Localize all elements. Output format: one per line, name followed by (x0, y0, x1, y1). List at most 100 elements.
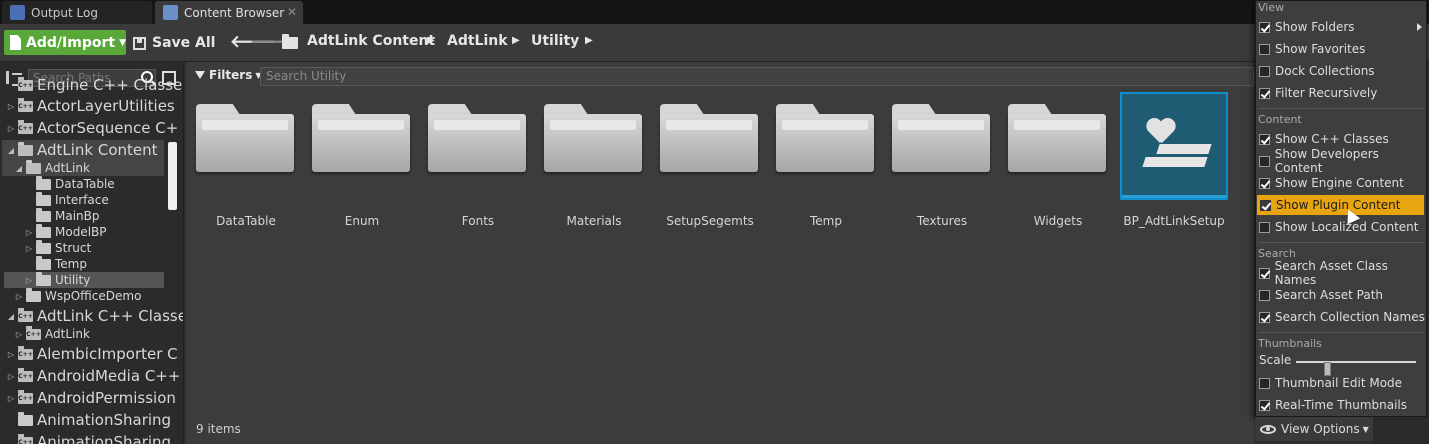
menu-item-show-localized-content[interactable]: Show Localized Content (1256, 217, 1426, 237)
checkbox[interactable] (1259, 155, 1270, 167)
cpp-folder-icon: C++ (18, 307, 33, 322)
tree-item[interactable]: ▷ ModelBP (24, 223, 107, 240)
chevron-down-icon[interactable]: ◢ (14, 164, 24, 173)
menu-item-show-plugin-content[interactable]: Show Plugin Content (1257, 195, 1424, 215)
tree-item[interactable]: MainBp (24, 207, 100, 224)
folder-open-icon (18, 141, 33, 156)
breadcrumb-separator-icon[interactable]: ▶ (585, 35, 593, 46)
view-options-button[interactable]: View Options ▼ (1255, 417, 1373, 441)
tree-item-selected[interactable]: ▷ Utility (4, 271, 164, 288)
chevron-down-icon: ▼ (1362, 424, 1369, 434)
search-assets-placeholder: Search Utility (266, 69, 347, 83)
checkbox[interactable] (1259, 311, 1270, 323)
asset-tile-blueprint[interactable] (1120, 92, 1228, 200)
tree-item[interactable]: Interface (24, 191, 109, 208)
filters-button[interactable]: Filters ▼ (195, 68, 262, 82)
folder-icon (26, 287, 41, 302)
folder-icon (544, 104, 642, 172)
tab-content-browser[interactable]: Content Browser ✕ (155, 1, 303, 24)
tree-item[interactable]: ▷ Struct (24, 239, 91, 256)
search-assets-input[interactable]: Search Utility (260, 67, 1254, 86)
chevron-right-icon[interactable]: ▷ (24, 228, 34, 237)
folder-icon (18, 411, 33, 426)
menu-item-show-favorites[interactable]: Show Favorites (1256, 39, 1426, 59)
path-tree-panel: Search Paths C++ Engine C++ Classes ▷ C++ A… (0, 62, 184, 444)
menu-item-show-cpp-classes[interactable]: Show C++ Classes (1256, 129, 1426, 149)
menu-item-filter-recursively[interactable]: Filter Recursively (1256, 83, 1426, 103)
tree-item[interactable]: ◢ AdtLink (2, 159, 164, 176)
view-options-label: View Options (1281, 422, 1360, 436)
add-import-button[interactable]: Add/Import ▼ (4, 30, 126, 55)
menu-divider (1258, 242, 1424, 243)
tree-item[interactable]: ◢ AdtLink Content (2, 140, 164, 160)
menu-item-show-folders[interactable]: Show Folders (1256, 17, 1426, 37)
menu-item-show-developers-content[interactable]: Show Developers Content (1256, 147, 1426, 175)
chevron-down-icon[interactable]: ◢ (6, 312, 16, 321)
tree-item[interactable]: AnimationSharing (6, 410, 171, 430)
tree-item[interactable]: ▷ C++ AdtLink (14, 325, 90, 342)
folder-icon (282, 34, 298, 49)
view-options-menu: View Show Folders Show Favorites Dock Co… (1255, 0, 1427, 417)
breadcrumb-separator-icon[interactable]: ▶ (512, 35, 520, 46)
checkbox[interactable] (1259, 267, 1270, 279)
tab-output-log[interactable]: Output Log (2, 1, 152, 24)
chevron-right-icon[interactable]: ▷ (14, 330, 24, 339)
save-icon (133, 36, 146, 50)
tree-item[interactable]: Temp (24, 255, 87, 272)
tree-item[interactable]: ▷ C++ ActorLayerUtilities (6, 96, 175, 116)
checkbox[interactable] (1259, 65, 1270, 77)
checkbox[interactable] (1259, 399, 1270, 411)
chevron-right-icon[interactable]: ▷ (6, 102, 16, 111)
folder-icon (892, 104, 990, 172)
tree-scrollbar[interactable] (168, 142, 177, 210)
menu-item-search-collection-names[interactable]: Search Collection Names (1256, 307, 1426, 327)
chevron-right-icon[interactable]: ▷ (6, 372, 16, 381)
scale-label: Scale (1259, 353, 1292, 367)
menu-item-search-asset-class-names[interactable]: Search Asset Class Names (1256, 259, 1426, 287)
chevron-right-icon[interactable]: ▷ (6, 350, 16, 359)
close-icon[interactable]: ✕ (287, 5, 297, 19)
save-all-button[interactable]: Save All (133, 32, 215, 54)
chevron-right-icon[interactable]: ▷ (24, 244, 34, 253)
breadcrumb-separator-icon[interactable]: ▶ (427, 35, 435, 46)
tree-item[interactable]: ▷ C++ ActorSequence C+ (6, 118, 178, 138)
checkbox[interactable] (1259, 87, 1270, 99)
bar-icon (1156, 144, 1212, 154)
checkbox[interactable] (1259, 43, 1270, 55)
checkbox[interactable] (1259, 289, 1270, 301)
breadcrumb-item[interactable]: AdtLink Content (307, 33, 435, 49)
checkbox[interactable] (1259, 133, 1270, 145)
menu-divider (1258, 108, 1424, 109)
chevron-right-icon[interactable]: ▷ (6, 394, 16, 403)
menu-item-search-asset-path[interactable]: Search Asset Path (1256, 285, 1426, 305)
checkbox[interactable] (1260, 199, 1271, 211)
chevron-right-icon (1417, 23, 1422, 31)
checkbox[interactable] (1259, 177, 1270, 189)
breadcrumb-item[interactable]: AdtLink (447, 33, 508, 49)
menu-item-real-time-thumbnails[interactable]: Real-Time Thumbnails (1256, 395, 1426, 415)
chevron-right-icon[interactable]: ▷ (24, 276, 34, 285)
tree-item[interactable]: ▷ C++ AlembicImporter C (6, 344, 178, 364)
checkbox[interactable] (1259, 21, 1270, 33)
checkbox[interactable] (1259, 221, 1270, 233)
breadcrumb-item[interactable]: Utility (531, 33, 579, 49)
chevron-right-icon[interactable]: ▷ (14, 292, 24, 301)
tree-item[interactable]: ◢ C++ AdtLink C++ Classes (6, 306, 183, 326)
tree-item[interactable]: ▷ WspOfficeDemo (14, 287, 141, 304)
menu-item-dock-collections[interactable]: Dock Collections (1256, 61, 1426, 81)
chevron-right-icon[interactable]: ▷ (6, 124, 16, 133)
tree-item[interactable]: C++ Engine C++ Classes (6, 75, 183, 95)
filter-icon (195, 71, 205, 79)
folder-icon (36, 223, 51, 238)
tree-item[interactable]: C++ AnimationSharing (6, 432, 171, 444)
tree-item[interactable]: ▷ C++ AndroidPermission (6, 388, 176, 408)
tree-item[interactable]: ▷ C++ AndroidMedia C++ (6, 366, 181, 386)
menu-item-show-engine-content[interactable]: Show Engine Content (1256, 173, 1426, 193)
save-all-label: Save All (152, 35, 216, 51)
tree-item[interactable]: DataTable (24, 175, 115, 192)
checkbox[interactable] (1259, 377, 1270, 389)
asset-label: SetupSegemts (666, 214, 754, 228)
menu-item-thumbnail-edit-mode[interactable]: Thumbnail Edit Mode (1256, 373, 1426, 393)
chevron-down-icon[interactable]: ◢ (6, 146, 16, 155)
scale-slider[interactable] (1296, 361, 1416, 376)
